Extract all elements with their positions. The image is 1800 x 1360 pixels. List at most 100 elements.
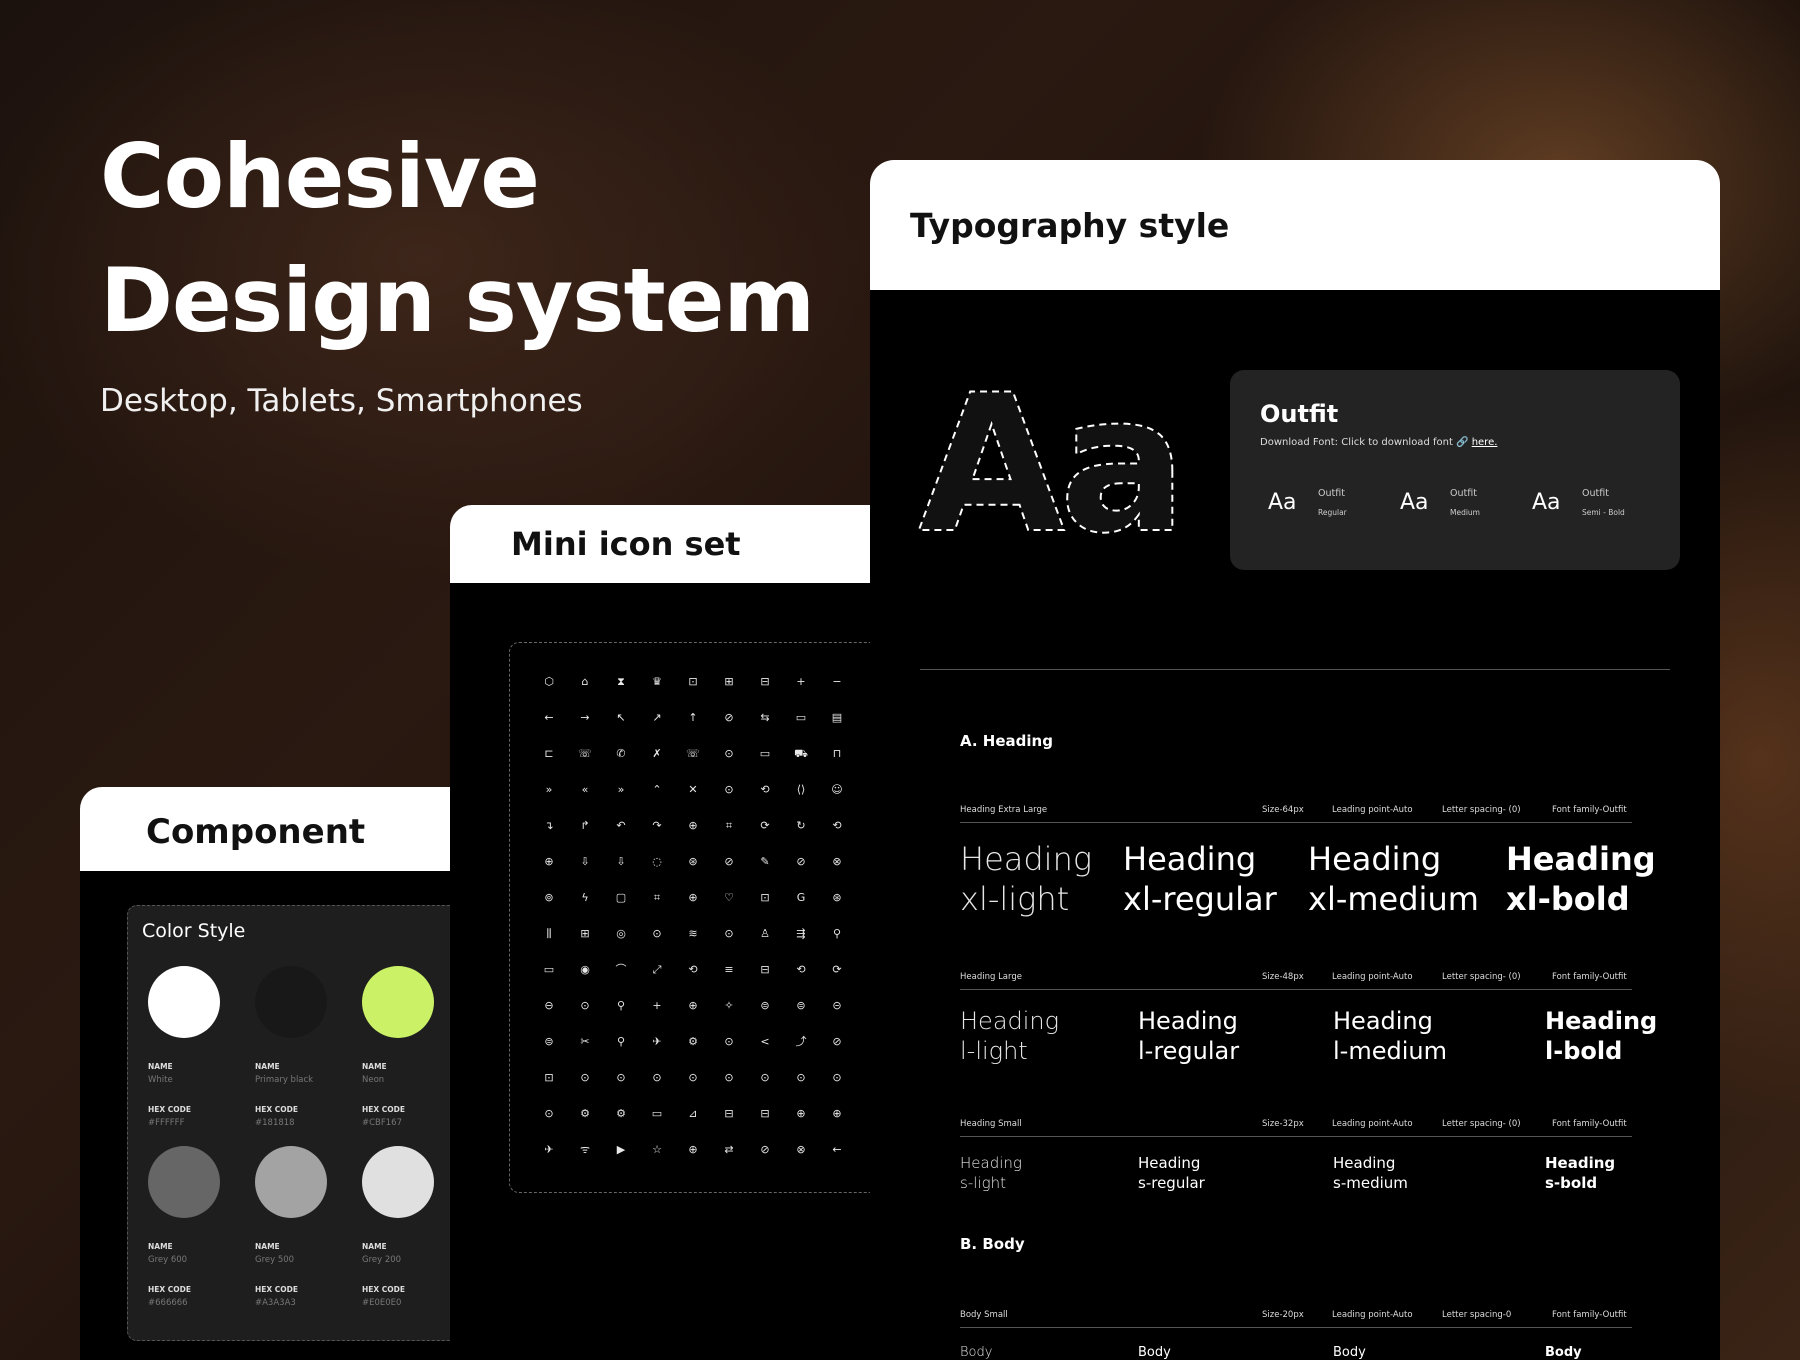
type-sample: Body	[1545, 1344, 1582, 1360]
swatch-hex: #666666	[148, 1298, 188, 1308]
mini-icon: ⊙	[652, 927, 662, 940]
mini-icon: ⚙	[580, 1107, 590, 1120]
mini-icon: ↷	[652, 819, 662, 832]
mini-icon: ✧	[724, 999, 734, 1012]
mini-icon: ⛟	[794, 747, 808, 760]
swatch-name: Primary black	[255, 1075, 314, 1085]
component-panel-title: Component	[80, 787, 450, 871]
mini-icon: ⊕	[544, 855, 554, 868]
type-sample-line2: xl-light	[960, 880, 1070, 918]
swatch-name-label: NAME	[362, 1062, 387, 1071]
mini-icon: +	[652, 999, 662, 1012]
mini-icon: ⊏	[544, 747, 554, 760]
mini-icon: ⌗	[653, 891, 661, 904]
type-sample-line2: xl-bold	[1506, 880, 1630, 918]
font-sample-aa: Aa	[1268, 490, 1297, 515]
type-sample: Heading s-regular	[1138, 1153, 1205, 1193]
icon-grid: ⬡ ⌂ ⧗ ♛ ⊡ ⊞ ⊟ + − · ← → ↖ ↗ ↑ ⊘ ⇆ ▭ ▤ · ⊏ ☏ ✆ ✗ ☏ ⊙ ▭ ⛟ ⊓ · » « » ⌃ ✕ ⊙ ⟲ ⟨⟩ ☺…	[509, 642, 870, 1193]
type-sample-line1: Heading	[1138, 1154, 1201, 1172]
mini-icon: ←	[544, 711, 554, 724]
mini-icon: ⊡	[760, 891, 770, 904]
mini-icon: ⟲	[832, 819, 842, 832]
mini-icon: ⟲	[760, 783, 770, 796]
swatch-hex: #E0E0E0	[362, 1298, 402, 1308]
type-sample: Heading xl-medium	[1308, 839, 1479, 919]
mini-icon: ⌂	[581, 675, 589, 688]
swatch-name: Neon	[362, 1075, 385, 1085]
type-sample-line2: s-medium	[1333, 1174, 1408, 1192]
color-swatch: NAME Grey 500 HEX CODE #A3A3A3	[235, 1146, 345, 1308]
mini-icon: ⇶	[796, 927, 806, 940]
mini-icon: ↑	[688, 711, 698, 724]
mini-icon: »	[617, 783, 625, 796]
type-sample: Heading xl-light	[960, 839, 1092, 919]
mini-icon: −	[832, 675, 842, 688]
swatch-hex-label: HEX CODE	[148, 1285, 192, 1294]
type-meta-leading: Leading point-Auto	[1332, 1310, 1413, 1320]
mini-icon: ▭	[759, 747, 771, 760]
mini-icon: ⊞	[724, 675, 734, 688]
mini-icon: ·	[863, 708, 870, 728]
mini-icon: ·	[863, 1032, 870, 1052]
mini-icon: ◌	[652, 855, 662, 868]
type-meta-label: Body Small	[960, 1310, 1008, 1320]
mini-icon: ⧗	[617, 675, 625, 688]
mini-icon: ↖	[616, 711, 626, 724]
mini-icon: ⚙	[688, 1035, 698, 1048]
type-sample-line1: Heading	[1333, 1154, 1396, 1172]
mini-icon: ⤴	[795, 1035, 807, 1048]
swatch-name-label: NAME	[148, 1062, 173, 1071]
font-download-text: Download Font: Click to download font 🔗 …	[1260, 437, 1497, 448]
mini-icon: ⊕	[688, 891, 698, 904]
mini-icon: ·	[863, 1068, 870, 1088]
font-download-label: Download Font: Click to download font 🔗	[1260, 437, 1469, 448]
mini-icon: ⊙	[724, 1071, 734, 1084]
mini-icon: ·	[863, 852, 870, 872]
mini-icon: ⫼	[546, 927, 552, 940]
mini-icon: ⊛	[832, 891, 842, 904]
mini-icon: ⟳	[760, 819, 770, 832]
mini-icon: ≋	[688, 927, 698, 940]
type-sample-line1: Heading	[1506, 840, 1656, 878]
font-sample-family: Outfit	[1582, 488, 1609, 499]
type-group-rule	[960, 1327, 1632, 1328]
hero-title: Cohesive Design system	[100, 115, 815, 363]
mini-icon: ♛	[652, 675, 662, 688]
mini-icon: ✗	[652, 747, 662, 760]
mini-icon: ⊘	[796, 855, 806, 868]
type-meta-label: Heading Small	[960, 1119, 1022, 1129]
mini-icon: ⊙	[580, 999, 590, 1012]
hero-subtitle: Desktop, Tablets, Smartphones	[100, 383, 583, 419]
mini-icon: ⊙	[796, 1071, 806, 1084]
mini-icon: ⊙	[688, 1071, 698, 1084]
mini-icon: ϟ	[581, 891, 589, 904]
mini-icon: ⊝	[832, 999, 842, 1012]
mini-icon: G	[796, 891, 806, 904]
mini-icon: ♙	[760, 927, 770, 940]
mini-icon: ✈	[652, 1035, 662, 1048]
mini-icon: ⊟	[760, 963, 770, 976]
type-meta-spacing: Letter spacing- (0)	[1442, 1119, 1521, 1129]
font-download-link[interactable]: here.	[1472, 437, 1498, 448]
font-sample-weight: Regular	[1318, 508, 1347, 517]
mini-icon: ↴	[544, 819, 554, 832]
mini-icon: ⊞	[580, 927, 590, 940]
mini-icon: ⊘	[724, 855, 734, 868]
swatch-hex-label: HEX CODE	[148, 1105, 192, 1114]
mini-icon: ⊘	[760, 1143, 770, 1156]
mini-icon: ◉	[580, 963, 590, 976]
swatch-name: Grey 600	[148, 1255, 188, 1265]
type-sample-line1: Heading	[1545, 1154, 1616, 1172]
mini-icon: ·	[863, 672, 870, 692]
mini-icon: →	[580, 711, 590, 724]
type-meta-size: Size-20px	[1262, 1310, 1304, 1320]
mini-icon: ▢	[615, 891, 627, 904]
type-sample: Body	[1138, 1344, 1171, 1360]
mini-icon: ⊟	[760, 1107, 770, 1120]
mini-icon: ⊕	[832, 1107, 842, 1120]
mini-icon: ▤	[831, 711, 843, 724]
mini-icon: ⊙	[580, 1071, 590, 1084]
type-meta-size: Size-64px	[1262, 805, 1304, 815]
swatch-name: Grey 500	[255, 1255, 295, 1265]
font-card: Outfit Download Font: Click to download …	[1230, 370, 1680, 570]
